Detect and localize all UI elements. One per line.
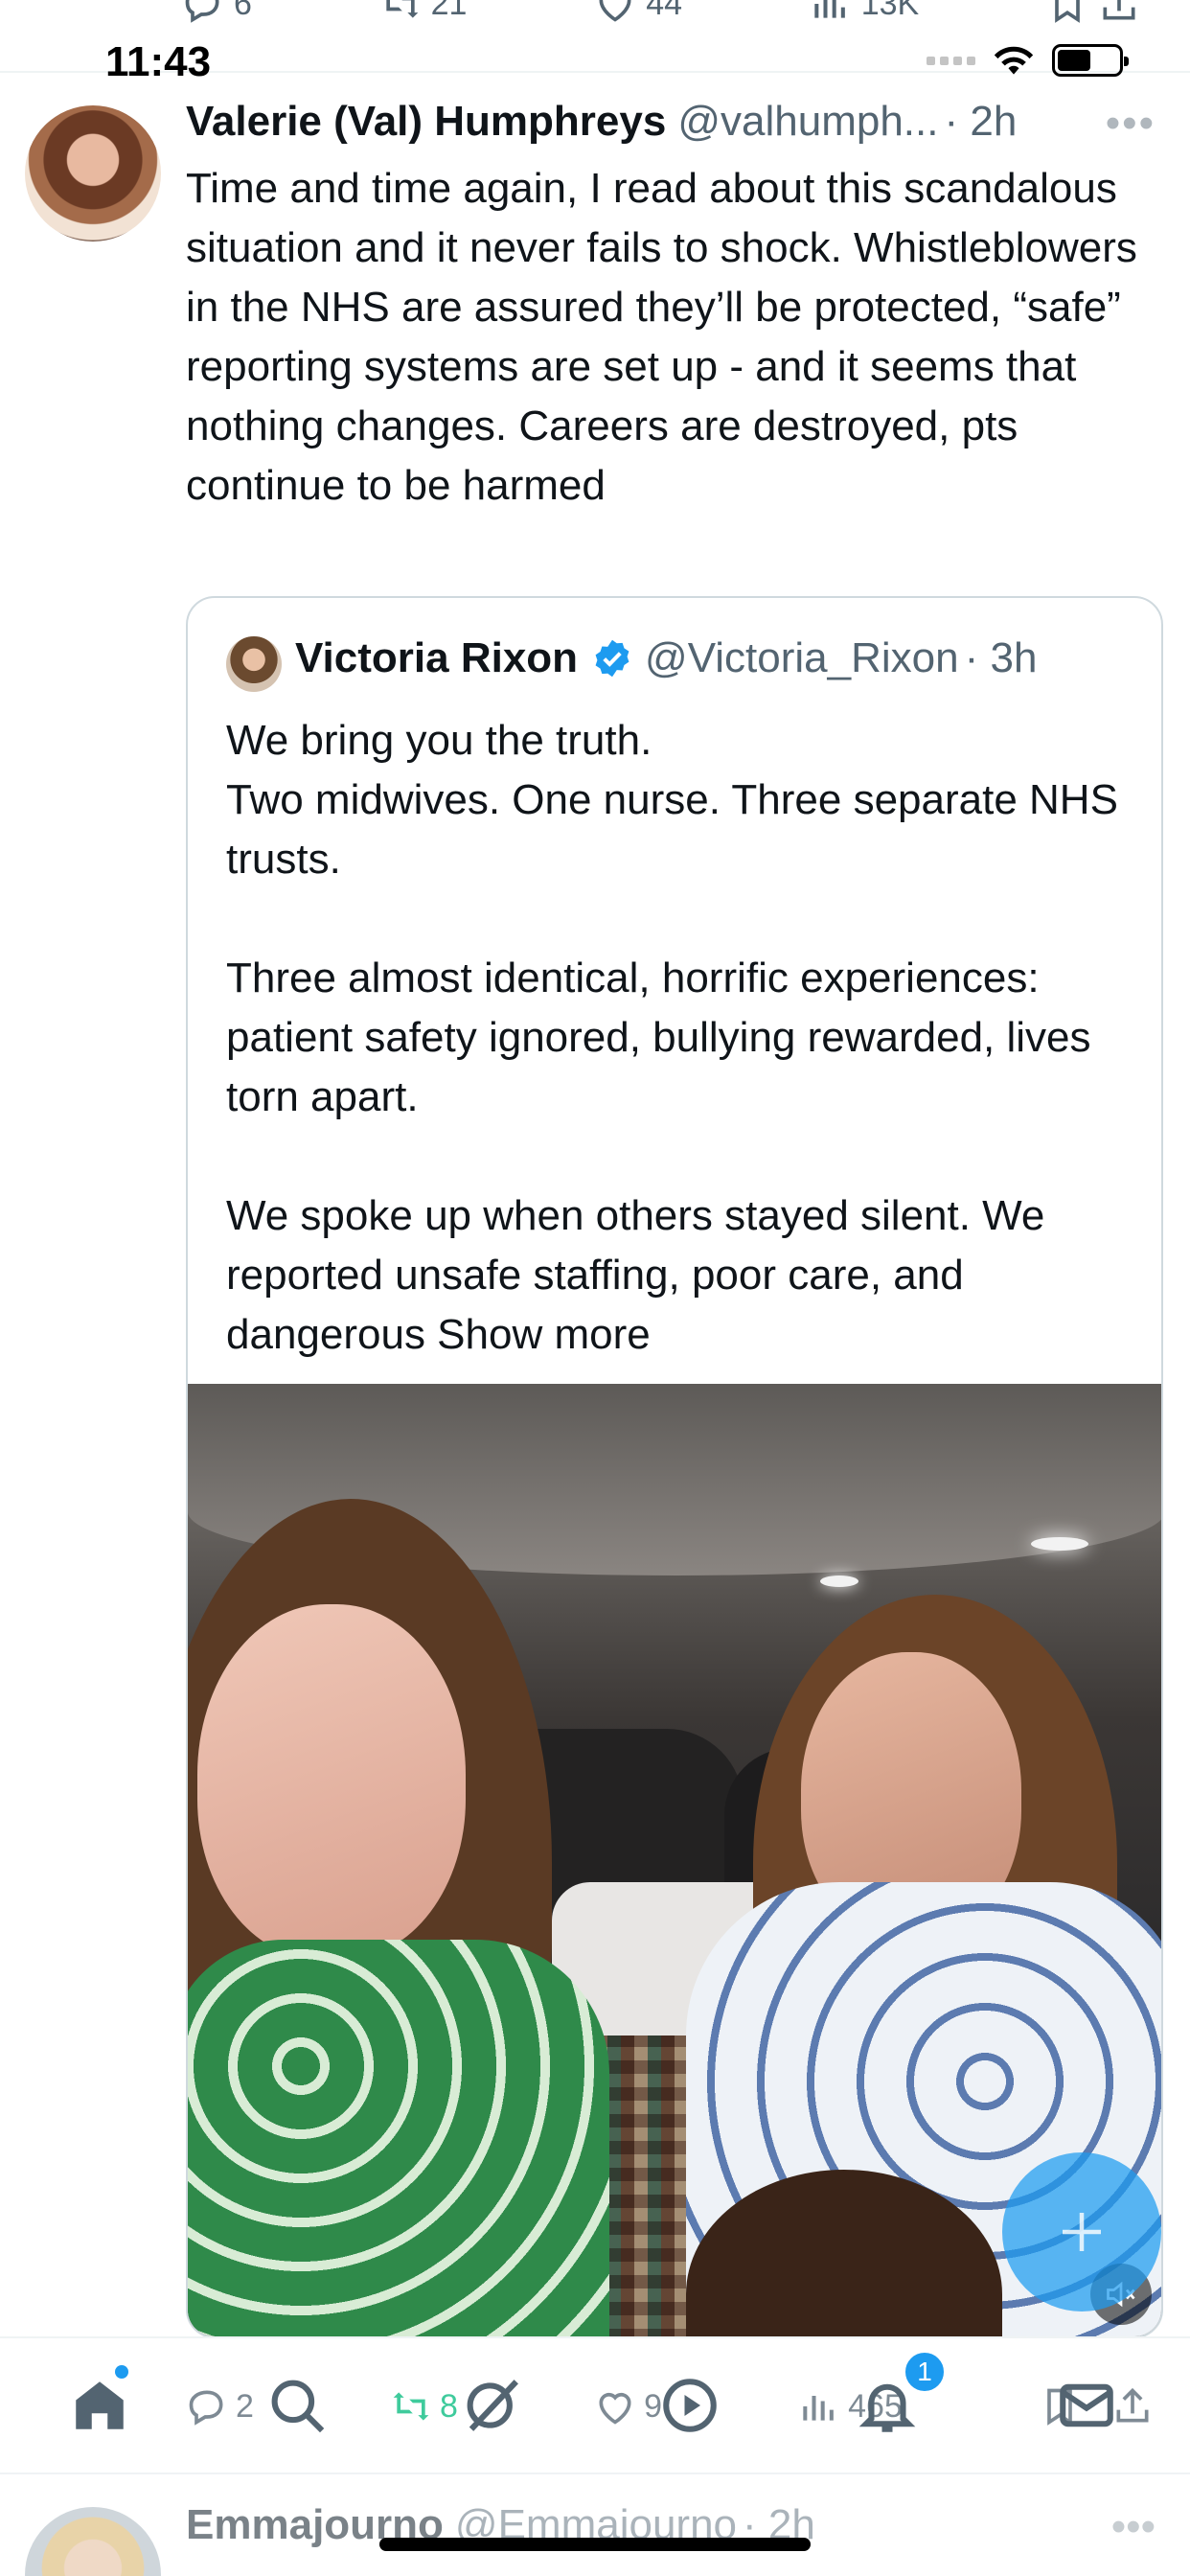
status-time: 11:43	[105, 38, 212, 85]
home-indicator	[379, 2538, 811, 2551]
battery-icon	[1052, 44, 1129, 77]
prev-reply-count: 6	[234, 0, 252, 22]
notification-badge: 1	[903, 2350, 947, 2394]
tweet-divider	[0, 2472, 1190, 2474]
author-name[interactable]: Valerie (Val) Humphreys	[186, 98, 666, 146]
previous-tweet-actions: 6 21 44 13K	[182, 0, 1140, 38]
next-more-options-icon[interactable]: •••	[1111, 2503, 1156, 2551]
author-handle[interactable]: @valhumph...	[677, 98, 938, 146]
tweet-text: Time and time again, I read about this s…	[186, 165, 1150, 509]
bookmark-icon	[1055, 0, 1080, 23]
home-icon	[76, 2381, 124, 2429]
share-icon[interactable]	[1098, 0, 1140, 25]
prev-views-count: 13K	[860, 0, 920, 22]
video-dress-left	[188, 1940, 609, 2336]
quoted-author-name: Victoria Rixon	[295, 634, 579, 681]
show-more-link[interactable]: Show more	[437, 1311, 651, 1358]
video-light	[820, 1576, 858, 1587]
reply-icon	[185, 0, 219, 23]
quoted-tweet-text: We bring you the truth. Two midwives. On…	[226, 711, 1146, 1365]
more-options-icon[interactable]: •••	[1106, 100, 1156, 148]
nav-spaces[interactable]	[652, 2367, 728, 2444]
quoted-author-handle: @Victoria_Rixon	[645, 634, 959, 681]
prev-repost-action[interactable]: 21	[379, 0, 468, 25]
cellular-signal-icon	[927, 56, 975, 65]
prev-like-count: 44	[646, 0, 683, 22]
avatar[interactable]	[25, 105, 161, 242]
messages-icon	[1060, 2383, 1113, 2427]
tweet-time: · 2h	[944, 98, 1018, 145]
video-face-left	[197, 1604, 466, 1959]
nav-search[interactable]	[259, 2367, 335, 2444]
quoted-avatar	[226, 636, 282, 692]
quoted-tweet-time: · 3h	[964, 634, 1038, 681]
repost-icon	[385, 0, 418, 18]
status-icons	[927, 44, 1129, 77]
search-icon	[271, 2380, 325, 2433]
video-light	[1031, 1537, 1088, 1551]
compose-icon	[1063, 2213, 1101, 2251]
wifi-icon	[994, 46, 1034, 75]
compose-button[interactable]	[1002, 2152, 1161, 2312]
home-unread-dot	[115, 2365, 128, 2379]
nav-home[interactable]	[61, 2367, 138, 2444]
prev-like-action[interactable]: 44	[594, 0, 682, 25]
prev-bookmark-action[interactable]	[1046, 0, 1140, 25]
views-icon	[814, 0, 845, 18]
quoted-tweet-body: We bring you the truth. Two midwives. On…	[226, 717, 1118, 1358]
tweet-header: Valerie (Val) Humphreys @valhumph... · 2…	[186, 98, 1144, 146]
nav-messages[interactable]	[1048, 2367, 1125, 2444]
quoted-tweet-card[interactable]: Victoria Rixon @Victoria_Rixon · 3h We b…	[186, 596, 1163, 2338]
verified-icon	[595, 639, 629, 678]
nav-grok[interactable]	[454, 2367, 531, 2444]
prev-views-action[interactable]: 13K	[810, 0, 920, 25]
prev-reply-action[interactable]: 6	[182, 0, 252, 25]
prev-repost-count: 21	[430, 0, 468, 22]
like-icon	[599, 0, 631, 22]
bottom-navigation: 1	[0, 2350, 1190, 2461]
quoted-tweet-header: Victoria Rixon @Victoria_Rixon · 3h	[295, 634, 1037, 682]
grok-icon	[467, 2380, 518, 2431]
spaces-icon	[663, 2379, 717, 2432]
next-tweet-avatar[interactable]	[25, 2507, 161, 2576]
